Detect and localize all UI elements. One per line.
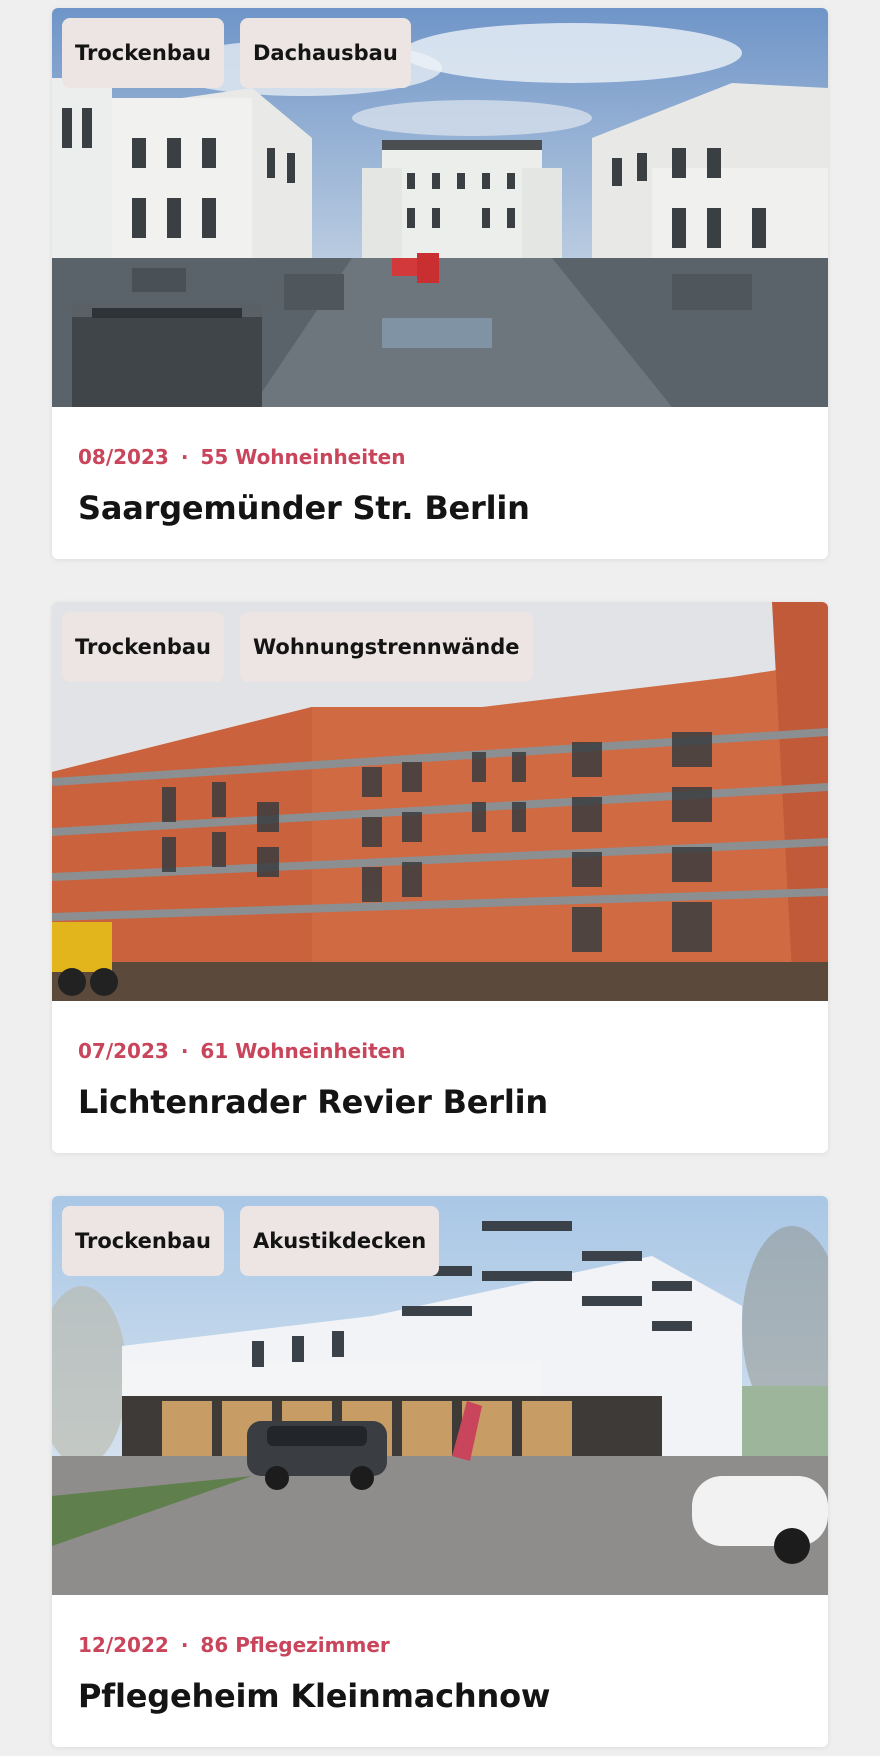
project-image[interactable]: Trockenbau Akustikdecken bbox=[52, 1196, 828, 1595]
meta-separator: · bbox=[180, 1039, 189, 1063]
tag[interactable]: Dachausbau bbox=[240, 18, 411, 88]
tag[interactable]: Wohnungstrennwände bbox=[240, 612, 533, 682]
tag-list: Trockenbau Akustikdecken bbox=[62, 1206, 440, 1276]
tag[interactable]: Trockenbau bbox=[62, 612, 224, 682]
project-date: 12/2022 bbox=[78, 1633, 169, 1657]
project-card[interactable]: Trockenbau Akustikdecken 12/2022 · 86 Pf… bbox=[52, 1196, 828, 1747]
tag-list: Trockenbau Wohnungstrennwände bbox=[62, 612, 533, 682]
tag[interactable]: Akustikdecken bbox=[240, 1206, 440, 1276]
project-title[interactable]: Saargemünder Str. Berlin bbox=[78, 489, 802, 527]
project-title[interactable]: Lichtenrader Revier Berlin bbox=[78, 1083, 802, 1121]
project-units: 86 Pflegezimmer bbox=[200, 1633, 390, 1657]
project-units: 55 Wohneinheiten bbox=[200, 445, 406, 469]
project-date: 07/2023 bbox=[78, 1039, 169, 1063]
project-meta: 08/2023 · 55 Wohneinheiten bbox=[78, 443, 802, 471]
tag-list: Trockenbau Dachausbau bbox=[62, 18, 411, 88]
project-image[interactable]: Trockenbau Wohnungstrennwände bbox=[52, 602, 828, 1001]
project-image[interactable]: Trockenbau Dachausbau bbox=[52, 8, 828, 407]
tag[interactable]: Trockenbau bbox=[62, 1206, 224, 1276]
meta-separator: · bbox=[180, 1633, 189, 1657]
project-meta: 12/2022 · 86 Pflegezimmer bbox=[78, 1631, 802, 1659]
project-title[interactable]: Pflegeheim Kleinmachnow bbox=[78, 1677, 802, 1715]
project-units: 61 Wohneinheiten bbox=[200, 1039, 406, 1063]
project-meta: 07/2023 · 61 Wohneinheiten bbox=[78, 1037, 802, 1065]
tag[interactable]: Trockenbau bbox=[62, 18, 224, 88]
project-date: 08/2023 bbox=[78, 445, 169, 469]
project-card[interactable]: Trockenbau Dachausbau 08/2023 · 55 Wohne… bbox=[52, 8, 828, 559]
meta-separator: · bbox=[180, 445, 189, 469]
project-card[interactable]: Trockenbau Wohnungstrennwände 07/2023 · … bbox=[52, 602, 828, 1153]
project-list: Trockenbau Dachausbau 08/2023 · 55 Wohne… bbox=[0, 0, 880, 1756]
